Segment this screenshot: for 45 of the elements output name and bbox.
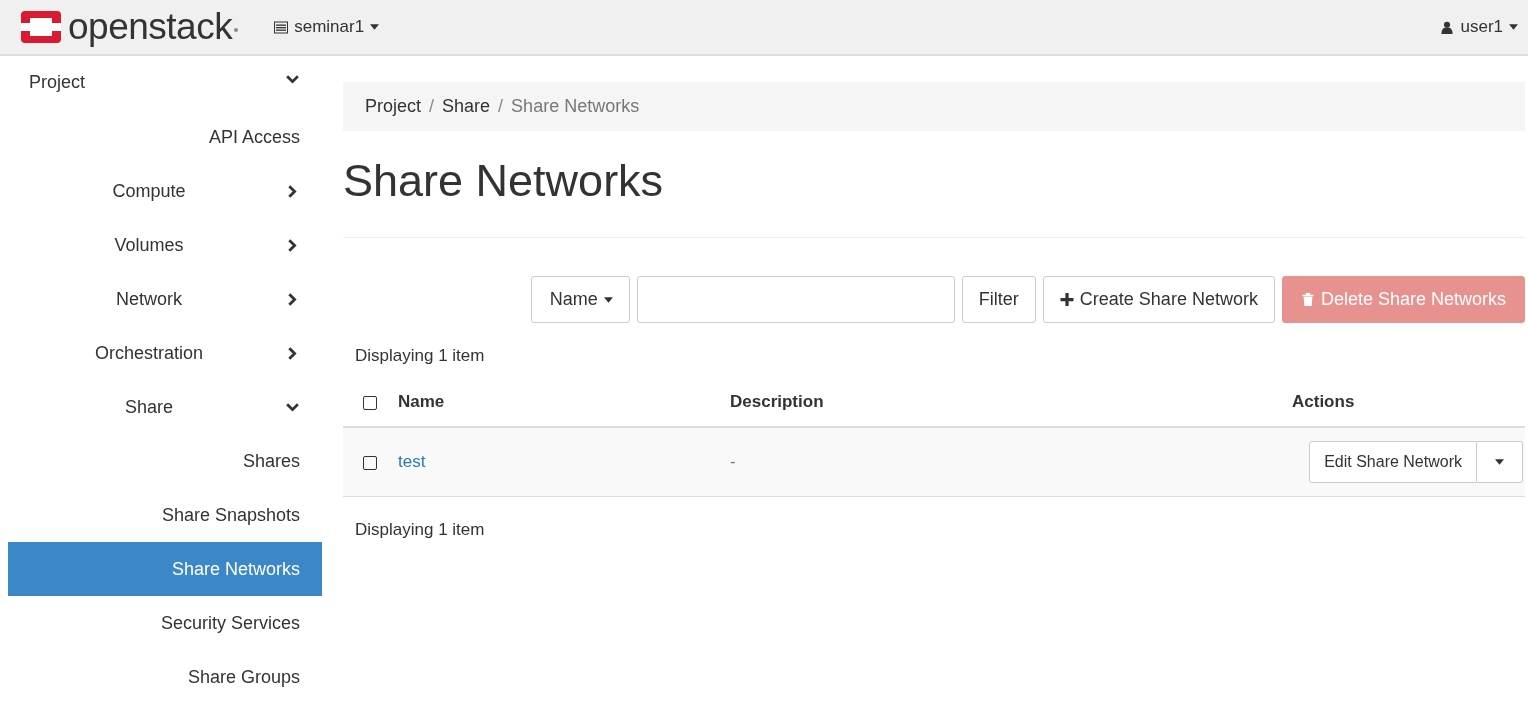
trash-icon [1300,293,1315,306]
share-network-link[interactable]: test [398,452,426,471]
column-header: Name [398,392,445,411]
user-menu[interactable]: user1 [1440,17,1518,37]
brand-dot-icon [234,28,239,32]
breadcrumb-separator: / [429,96,435,117]
list-icon [274,20,289,34]
caret-icon [370,24,380,30]
logo-icon [20,11,62,43]
sidebar-item[interactable]: Security Services [8,596,322,650]
brand-name[interactable]: openstack [68,6,233,48]
sidebar-group[interactable]: Volumes [8,218,322,272]
breadcrumb-separator: / [498,96,504,117]
sidebar-group[interactable]: Network [8,272,322,326]
sidebar-group[interactable]: Orchestration [8,326,322,380]
column-header: Actions [1292,392,1355,411]
user-icon [1440,20,1455,34]
column-header: Description [730,392,824,411]
breadcrumb-link[interactable]: Share [442,96,491,117]
item-count: Displaying 1 item [355,520,486,540]
project-menu[interactable]: seminar1 [274,17,380,37]
page-title: Share Networks [343,155,665,207]
sidebar-item[interactable]: API Access [8,110,322,164]
sidebar-item[interactable]: Shares [8,434,322,488]
filter-select[interactable]: Name [530,276,630,323]
edit-button[interactable]: Edit Share Network [1309,441,1477,483]
sidebar-group[interactable]: Share [8,380,322,434]
filter-field[interactable] [636,276,955,323]
sidebar-item[interactable]: Share Groups [8,650,322,704]
caret-icon [1495,459,1504,465]
row-checkbox[interactable] [363,455,377,470]
caret-icon [603,296,613,303]
sidebar-group[interactable]: Compute [8,164,322,218]
filter-button[interactable]: Filter [961,276,1036,323]
sidebar-item[interactable]: Share Networks [8,542,322,596]
sidebar-group[interactable]: Project [8,56,322,110]
breadcrumb-link[interactable]: Project [365,96,422,117]
create-button[interactable]: Create Share Network [1042,276,1275,323]
current-page-crumb: Share Networks [511,96,640,117]
select-all-checkbox[interactable] [363,395,377,410]
item-count: Displaying 1 item [355,346,486,366]
table-cell: - [730,452,736,471]
plus-icon [1059,293,1074,306]
sidebar-item[interactable]: Share Snapshots [8,488,322,542]
caret-icon [1509,24,1518,30]
